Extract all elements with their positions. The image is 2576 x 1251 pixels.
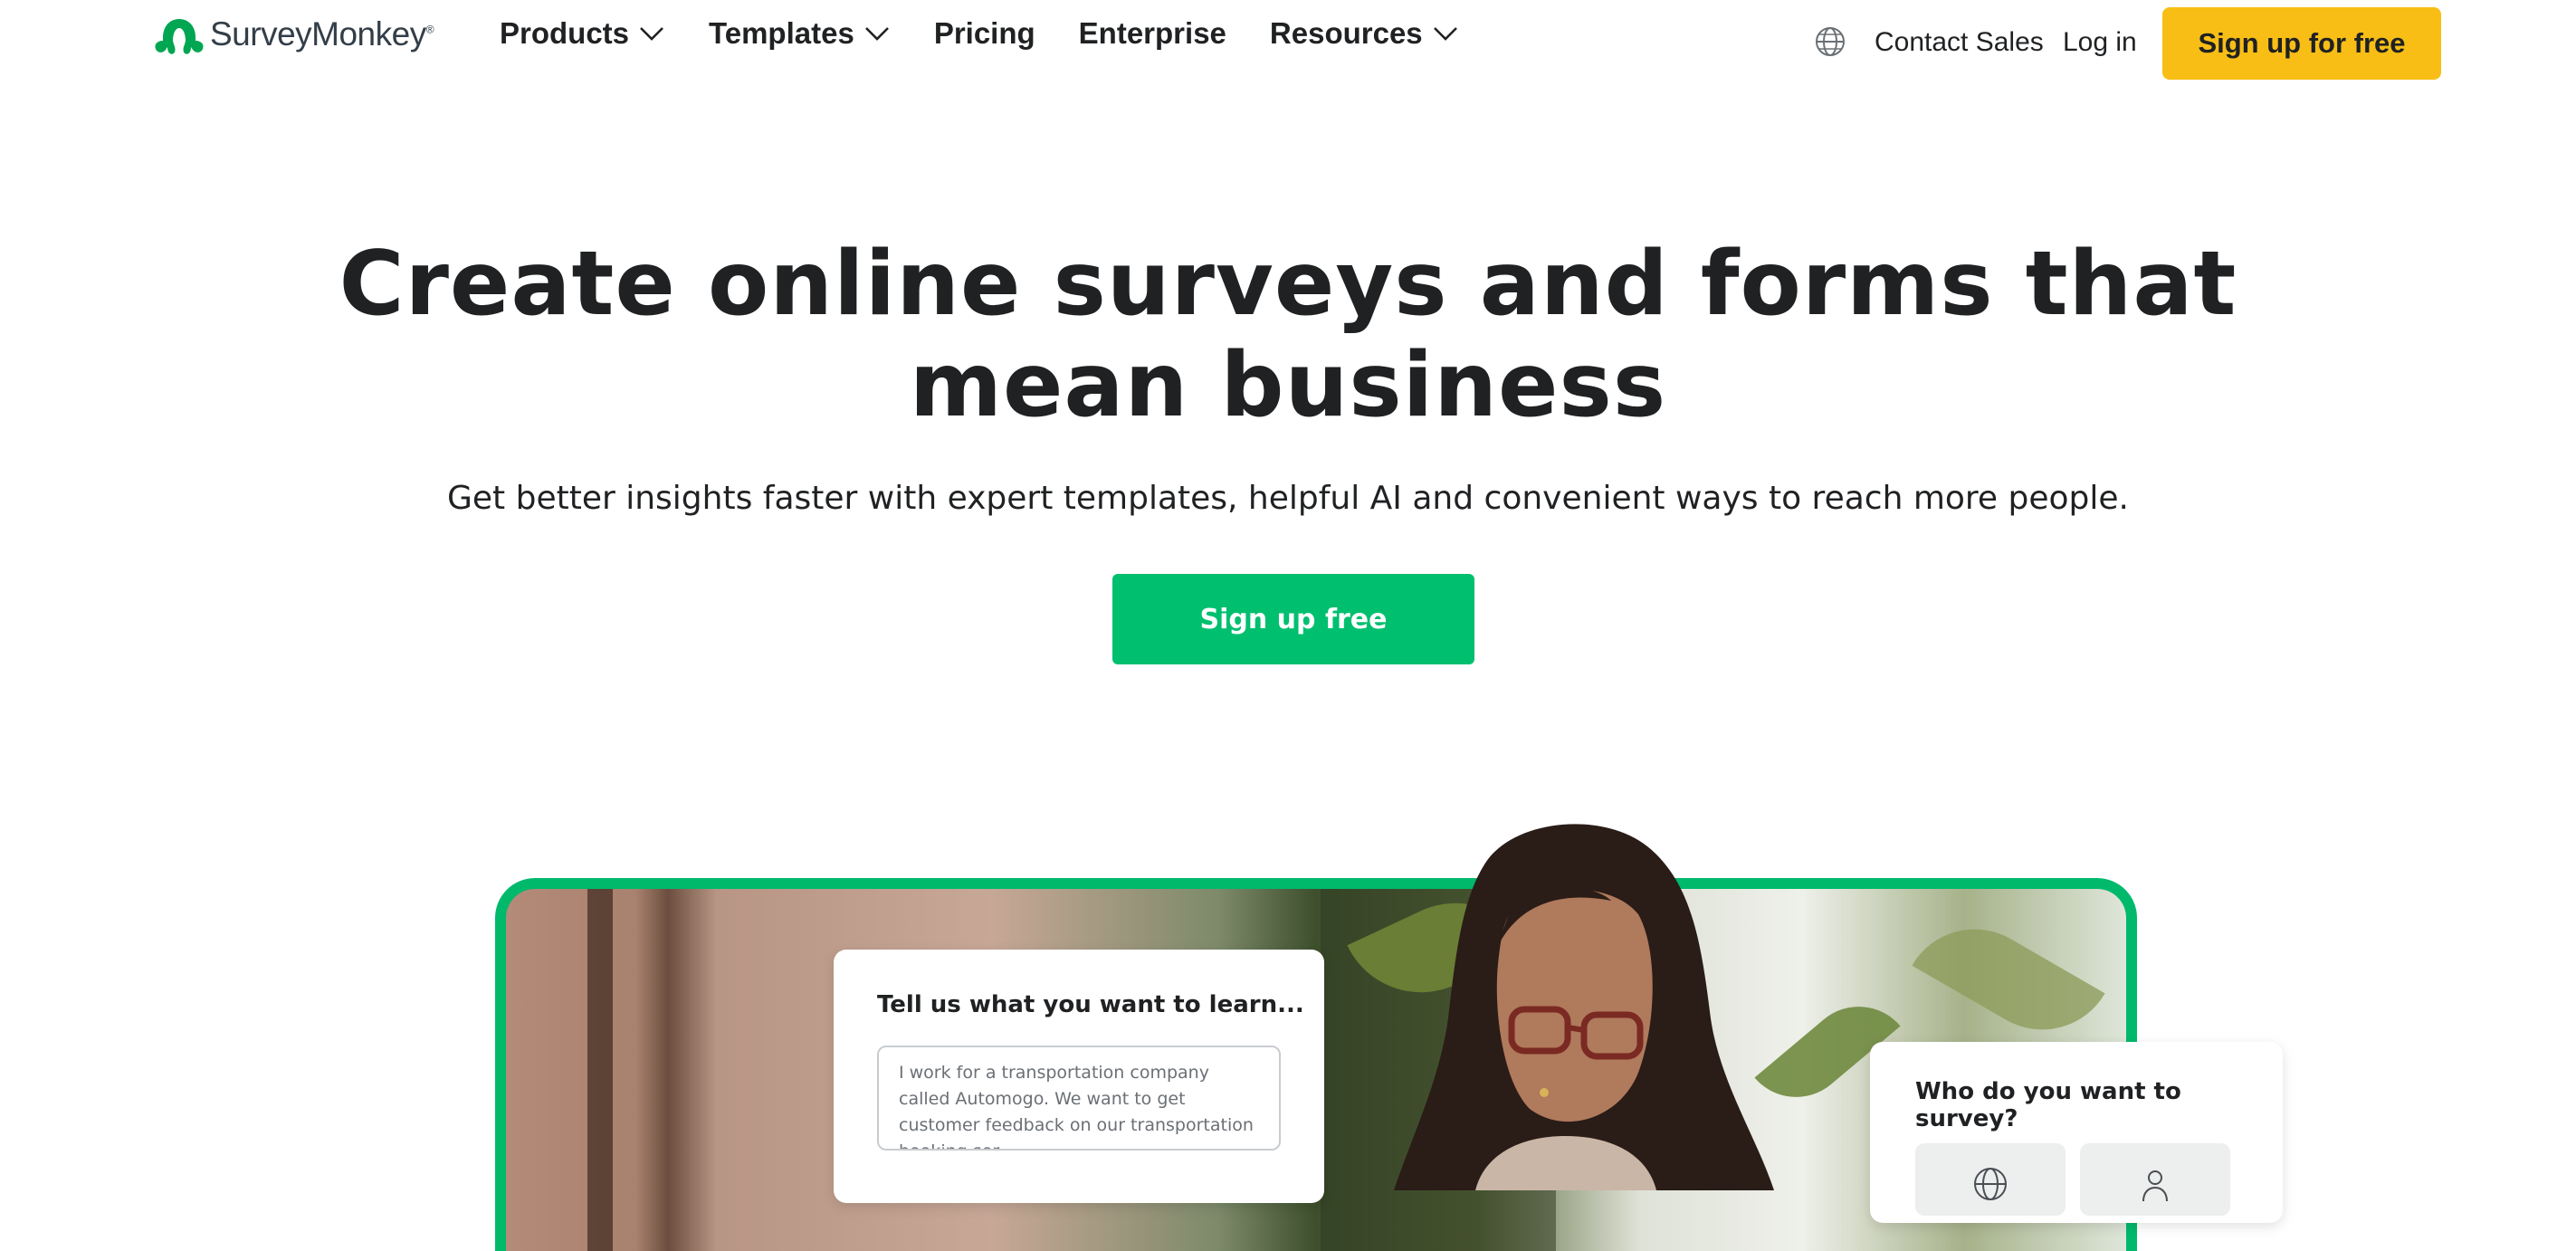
logo-wordmark: SurveyMonkey®: [210, 15, 434, 53]
contact-sales-link[interactable]: Contact Sales: [1875, 27, 2044, 58]
nav-enterprise-label: Enterprise: [1078, 16, 1226, 50]
log-in-link[interactable]: Log in: [2063, 27, 2137, 58]
nav-products-label: Products: [500, 16, 630, 50]
site-header: SurveyMonkey® Products Templates Pricing…: [0, 0, 2576, 87]
hero-title-line-2: mean business: [909, 334, 1667, 437]
sign-up-free-button[interactable]: Sign up free: [1112, 574, 1474, 664]
learn-prompt-card: Tell us what you want to learn... I work…: [834, 950, 1324, 1203]
globe-icon[interactable]: [1814, 25, 1846, 58]
woman-with-glasses-photo: [1394, 824, 1774, 1190]
nav-pricing[interactable]: Pricing: [934, 16, 1035, 51]
audience-option-person: [2080, 1143, 2230, 1216]
sign-up-for-free-button[interactable]: Sign up for free: [2162, 7, 2441, 80]
hero-subtitle: Get better insights faster with expert t…: [446, 480, 2129, 517]
nav-templates[interactable]: Templates: [709, 16, 891, 51]
nav-templates-label: Templates: [709, 16, 854, 50]
nav-products[interactable]: Products: [500, 16, 665, 51]
chevron-down-icon: [640, 27, 663, 41]
audience-card: Who do you want to survey?: [1870, 1042, 2283, 1223]
learn-card-title: Tell us what you want to learn...: [877, 991, 1304, 1018]
hero-title: Create online surveys and forms that mea…: [0, 234, 2576, 436]
nav-resources[interactable]: Resources: [1270, 16, 1459, 51]
nav-enterprise[interactable]: Enterprise: [1079, 16, 1226, 51]
learn-prompt-input: I work for a transportation company call…: [877, 1046, 1281, 1151]
audience-card-title: Who do you want to survey?: [1915, 1078, 2181, 1132]
nav-pricing-label: Pricing: [933, 16, 1035, 50]
surveymonkey-logo[interactable]: SurveyMonkey®: [152, 13, 434, 56]
globe-icon: [1974, 1168, 2007, 1200]
surveymonkey-logo-icon: [155, 19, 204, 54]
plant-leaf: [1912, 902, 2105, 1056]
chevron-down-icon: [1433, 27, 1457, 41]
nav-resources-label: Resources: [1269, 16, 1423, 50]
person-icon: [2142, 1170, 2168, 1202]
hero-title-line-1: Create online surveys and forms that: [339, 233, 2237, 336]
chevron-down-icon: [864, 27, 889, 41]
main-nav: Products Templates Pricing Enterprise Re…: [500, 16, 1459, 51]
audience-option-global: [1915, 1143, 2066, 1216]
background-shadow: [587, 889, 613, 1251]
